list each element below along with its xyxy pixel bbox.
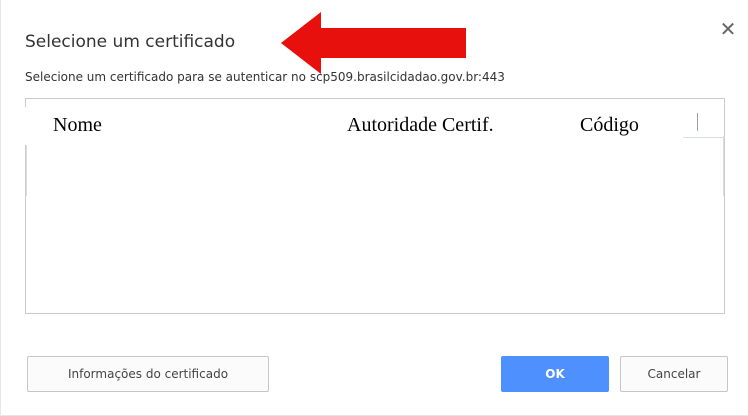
table-header: Nome Autoridade Certif. Código [25,107,681,145]
table-header-tail [683,107,725,138]
certificate-dialog: Selecione um certificado ✕ Selecione um … [0,0,748,416]
column-header-autoridade[interactable]: Autoridade Certif. [347,114,494,137]
column-header-nome[interactable]: Nome [53,114,102,137]
close-icon[interactable]: ✕ [717,18,739,40]
list-edge-right [723,136,724,196]
cancel-button[interactable]: Cancelar [620,356,728,392]
dialog-title: Selecione um certificado [25,32,236,52]
certificate-info-button[interactable]: Informações do certificado [27,356,269,392]
red-arrow-icon [281,12,466,74]
ok-button[interactable]: OK [501,356,609,392]
dialog-subtitle: Selecione um certificado para se autenti… [25,70,505,84]
list-edge-left [26,136,27,196]
column-divider[interactable] [697,113,698,131]
column-header-codigo[interactable]: Código [580,114,639,137]
